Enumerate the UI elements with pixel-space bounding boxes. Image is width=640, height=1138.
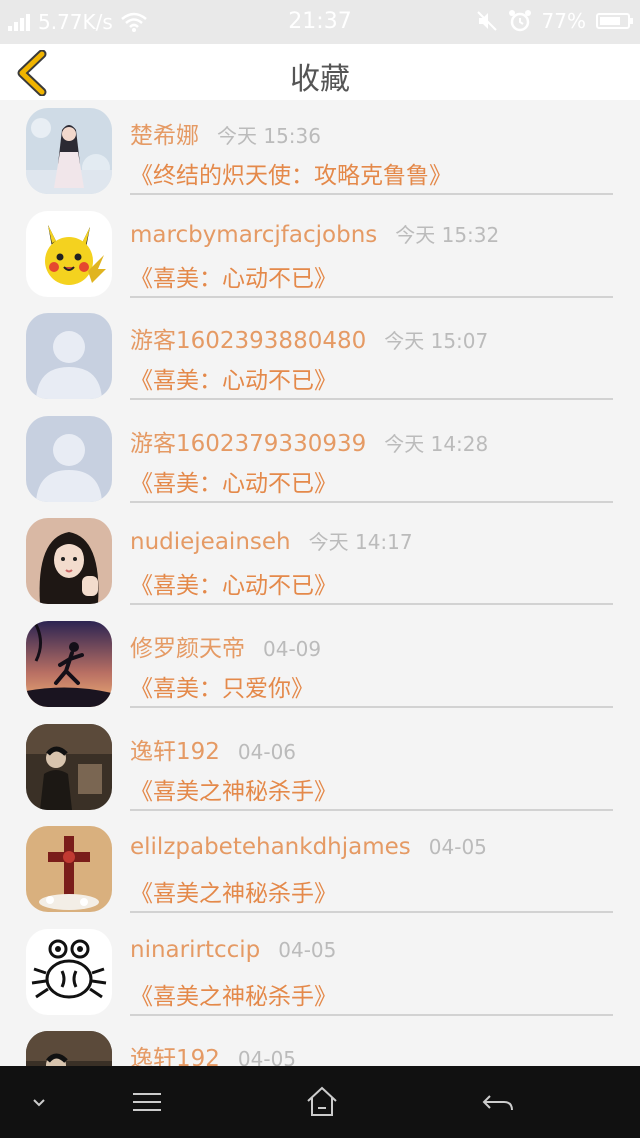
avatar[interactable] (26, 415, 112, 502)
avatar[interactable] (26, 313, 112, 400)
favorites-list[interactable]: 楚希娜 今天 15:36 《终结的炽天使：攻略克鲁鲁》 marcbymarcjfacj… (0, 100, 640, 1066)
home-icon (307, 1086, 337, 1116)
avatar[interactable] (26, 210, 112, 297)
book-title[interactable]: 《喜美：心动不已》 (130, 361, 337, 395)
avatar[interactable] (26, 1031, 112, 1066)
avatar[interactable] (26, 108, 112, 194)
book-title[interactable]: 《喜美：心动不已》 (130, 259, 337, 293)
chevron-down-icon (33, 1099, 45, 1107)
divider (130, 193, 613, 195)
user-name[interactable]: 逸轩192 04-06 (130, 732, 296, 766)
divider (130, 705, 613, 708)
user-name[interactable]: 修罗颜天帝 04-09 (130, 629, 321, 663)
user-name-text: 修罗颜天帝 (130, 635, 245, 662)
timestamp: 今天 14:28 (384, 431, 489, 456)
user-name[interactable]: nudiejeainseh 今天 14:17 (130, 526, 413, 555)
battery-icon (596, 13, 633, 29)
timestamp: 04-06 (237, 739, 297, 764)
list-item[interactable]: elilzpabetehankdhjames 04-05 《喜美之神秘杀手》 (0, 818, 640, 921)
nav-hide-button[interactable] (26, 1084, 52, 1120)
nav-menu-button[interactable] (130, 1084, 164, 1120)
avatar[interactable] (26, 518, 112, 605)
user-name[interactable]: marcbymarcjfacjobns 今天 15:32 (130, 219, 499, 248)
chevron-left-icon (17, 49, 47, 97)
user-name-text: 逸轩192 (130, 738, 220, 765)
user-name-text: ninarirtccip (130, 936, 261, 963)
battery-percent: 77% (541, 9, 586, 33)
divider (130, 911, 613, 914)
divider (130, 603, 613, 606)
timestamp: 今天 15:07 (384, 329, 489, 354)
list-item[interactable]: ninarirtccip 04-05 《喜美之神秘杀手》 (0, 921, 640, 1024)
avatar[interactable] (26, 928, 112, 1015)
divider (130, 295, 613, 298)
list-item[interactable]: 游客1602379330939 今天 14:28 《喜美：心动不已》 (0, 408, 640, 511)
timestamp: 04-09 (263, 636, 322, 661)
divider (130, 1013, 613, 1016)
book-title[interactable]: 《终结的炽天使：攻略克鲁鲁》 (130, 156, 452, 190)
list-item[interactable]: 逸轩192 04-05 (0, 1023, 640, 1066)
page-title: 收藏 (290, 62, 350, 97)
list-item[interactable]: marcbymarcjfacjobns 今天 15:32 《喜美：心动不已》 (0, 203, 640, 306)
back-button[interactable] (14, 49, 54, 97)
user-name[interactable]: 游客1602393880480 今天 15:07 (130, 321, 488, 355)
user-name[interactable]: 游客1602379330939 今天 14:28 (130, 424, 488, 458)
status-bar: 5.77K/s 21:37 77% (0, 0, 640, 44)
timestamp: 今天 15:36 (217, 124, 321, 148)
book-title[interactable]: 《喜美：心动不已》 (130, 464, 337, 498)
list-item[interactable]: nudiejeainseh 今天 14:17 《喜美：心动不已》 (0, 510, 640, 613)
mute-icon (476, 11, 497, 31)
avatar[interactable] (26, 826, 112, 913)
user-name-text: 游客1602393880480 (130, 328, 367, 355)
user-name[interactable]: elilzpabetehankdhjames 04-05 (130, 834, 487, 860)
status-right: 77% (476, 9, 633, 33)
user-name[interactable]: ninarirtccip 04-05 (130, 937, 336, 963)
user-name[interactable]: 楚希娜 今天 15:36 (130, 116, 321, 150)
navigation-bar (0, 1066, 640, 1138)
book-title[interactable]: 《喜美：只爱你》 (130, 669, 314, 703)
avatar[interactable] (26, 620, 112, 707)
timestamp: 04-05 (237, 1047, 297, 1066)
divider (130, 808, 613, 811)
user-name-text: 游客1602379330939 (130, 430, 367, 457)
divider (130, 500, 613, 503)
avatar[interactable] (26, 723, 112, 810)
list-item[interactable]: 修罗颜天帝 04-09 《喜美：只爱你》 (0, 613, 640, 716)
user-name-text: marcbymarcjfacjobns (130, 221, 378, 248)
book-title[interactable]: 《喜美之神秘杀手》 (130, 874, 337, 908)
timestamp: 04-05 (428, 835, 487, 860)
alarm-icon (508, 10, 531, 32)
nav-home-button[interactable] (304, 1084, 340, 1120)
book-title[interactable]: 《喜美：心动不已》 (130, 566, 337, 600)
user-name-text: 楚希娜 (130, 123, 199, 149)
timestamp: 04-05 (278, 937, 337, 962)
nav-back-button[interactable] (480, 1084, 516, 1120)
timestamp: 今天 14:17 (308, 530, 413, 555)
user-name-text: nudiejeainseh (130, 529, 291, 556)
list-item[interactable]: 游客1602393880480 今天 15:07 《喜美：心动不已》 (0, 305, 640, 408)
user-name-text: elilzpabetehankdhjames (130, 834, 411, 861)
list-item[interactable]: 逸轩192 04-06 《喜美之神秘杀手》 (0, 716, 640, 819)
menu-icon (133, 1093, 161, 1111)
back-arrow-icon (482, 1095, 513, 1111)
timestamp: 今天 15:32 (395, 222, 500, 247)
user-name-text: 逸轩192 (130, 1046, 220, 1066)
book-title[interactable]: 《喜美之神秘杀手》 (130, 772, 337, 806)
divider (130, 398, 613, 401)
list-item[interactable]: 楚希娜 今天 15:36 《终结的炽天使：攻略克鲁鲁》 (0, 100, 640, 203)
book-title[interactable]: 《喜美之神秘杀手》 (130, 977, 337, 1011)
user-name[interactable]: 逸轩192 04-05 (130, 1039, 296, 1066)
title-bar: 收藏 (0, 44, 640, 100)
